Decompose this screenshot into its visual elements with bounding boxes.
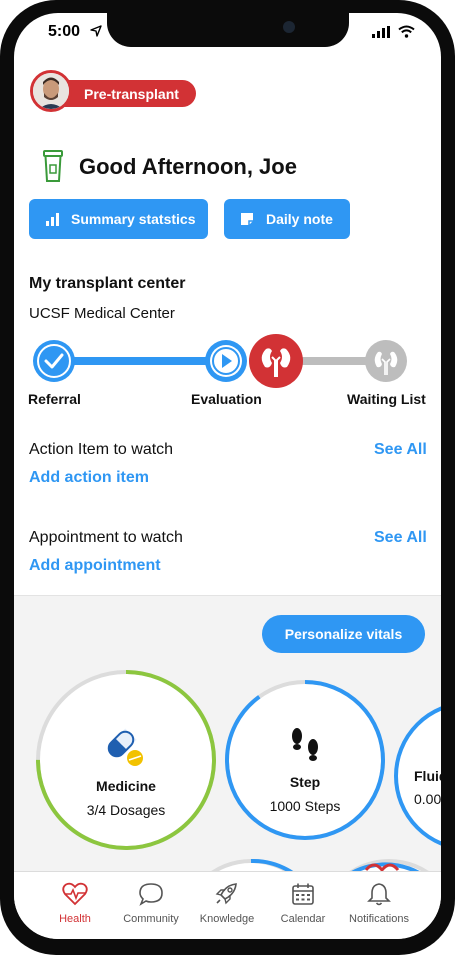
vital-card-step[interactable]: Step 1000 Steps	[225, 680, 385, 840]
tab-community[interactable]: Community	[111, 882, 191, 925]
medicine-name: Medicine	[96, 778, 156, 794]
summary-statistics-button[interactable]: Summary statstics	[29, 199, 208, 239]
action-items-title: Action Item to watch	[29, 441, 174, 458]
medicine-value: 3/4 Dosages	[87, 802, 166, 818]
tab-health-label: Health	[59, 913, 91, 925]
note-icon	[241, 213, 253, 225]
vital-card-fluid[interactable]: Fluid 0.00	[394, 703, 441, 849]
tab-notifications-label: Notifications	[349, 913, 409, 925]
front-camera	[283, 21, 295, 33]
step-waiting-list-marker[interactable]	[365, 340, 407, 382]
tab-community-label: Community	[123, 913, 179, 925]
bar-chart-icon	[46, 213, 59, 226]
status-icons	[372, 25, 415, 38]
vital-card-next-row-right[interactable]	[319, 859, 441, 871]
tab-knowledge-label: Knowledge	[199, 913, 255, 925]
greeting-title: Good Afternoon, Joe	[79, 154, 297, 179]
vitals-carousel: Medicine 3/4 Dosages Step 1000 Steps Flu…	[36, 670, 441, 871]
vital-card-medicine[interactable]: Medicine 3/4 Dosages	[36, 670, 216, 850]
add-appointment-link[interactable]: Add appointment	[29, 557, 161, 575]
chat-bubble-icon	[139, 883, 163, 906]
signal-icon	[372, 25, 390, 38]
appointments-title: Appointment to watch	[29, 529, 183, 546]
add-action-item-link[interactable]: Add action item	[29, 469, 149, 487]
tab-notifications[interactable]: Notifications	[339, 882, 419, 925]
rocket-icon	[215, 883, 237, 905]
stage-badge: Pre-transplant	[62, 80, 196, 107]
vital-card-next-row-left[interactable]	[181, 858, 321, 871]
tab-knowledge[interactable]: Knowledge	[187, 882, 267, 925]
fluid-name: Fluid	[414, 768, 441, 784]
tab-calendar[interactable]: Calendar	[263, 882, 343, 925]
summary-statistics-label: Summary statstics	[71, 211, 196, 227]
step-name: Step	[290, 774, 320, 790]
heart-pulse-icon	[62, 882, 88, 906]
transplant-progress-tracker	[33, 334, 407, 388]
appointments-see-all-link[interactable]: See All	[374, 529, 427, 547]
avatar[interactable]	[30, 70, 72, 112]
transplant-center-name: UCSF Medical Center	[29, 305, 175, 322]
step-label-evaluation: Evaluation	[191, 391, 262, 407]
fluid-value: 0.00	[414, 791, 441, 807]
avatar-portrait	[33, 73, 69, 109]
step-referral-marker[interactable]	[33, 340, 75, 382]
appointments-section	[14, 506, 441, 596]
tab-calendar-label: Calendar	[280, 913, 326, 925]
action-items-see-all-link[interactable]: See All	[374, 441, 427, 459]
step-label-waiting-list: Waiting List	[347, 391, 426, 407]
calendar-icon	[292, 883, 314, 905]
current-stage-kidney-marker	[249, 334, 303, 388]
location-arrow-icon	[90, 25, 102, 37]
transplant-center-title: My transplant center	[29, 275, 186, 292]
device-notch	[107, 13, 349, 47]
status-time: 5:00	[48, 23, 81, 40]
bell-icon	[367, 883, 391, 906]
wifi-icon	[398, 25, 415, 38]
bottom-tab-bar: Health Community Knowledge Calendar Noti…	[14, 871, 441, 939]
step-value: 1000 Steps	[270, 798, 341, 814]
tab-health[interactable]: Health	[35, 882, 115, 925]
daily-note-label: Daily note	[266, 211, 333, 227]
step-evaluation-marker[interactable]	[205, 340, 247, 382]
daily-note-button[interactable]: Daily note	[224, 199, 350, 239]
action-items-section	[14, 418, 441, 507]
cup-icon	[43, 150, 63, 182]
step-label-referral: Referral	[28, 391, 81, 407]
phone-frame: 5:00 Pre-transplant Good Afternoon, Joe …	[0, 0, 455, 955]
app-screen: 5:00 Pre-transplant Good Afternoon, Joe …	[14, 13, 441, 939]
